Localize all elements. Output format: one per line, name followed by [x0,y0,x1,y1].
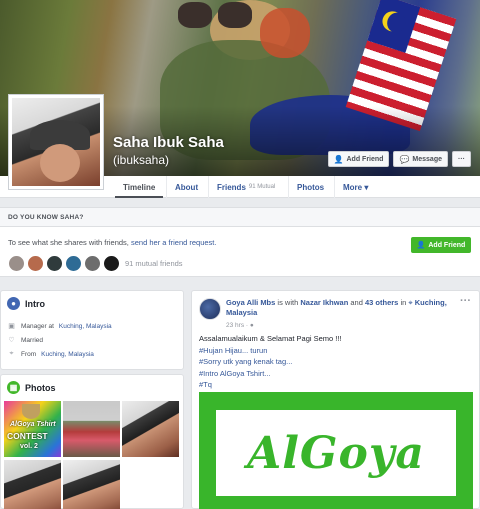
tab-more[interactable]: More ▾ [334,176,376,198]
photos-title[interactable]: ▦ Photos [7,381,56,394]
post-author-avatar[interactable] [199,298,221,320]
post-header: Goya Alli Mbs is with Nazar Ikhwan and 4… [226,298,447,317]
mutual-friends-avatars [8,255,120,272]
timeline-post: Goya Alli Mbs is with Nazar Ikhwan and 4… [191,290,480,509]
post-options-button[interactable]: ··· [460,295,471,307]
add-friend-button[interactable]: 👤 Add Friend [327,151,390,167]
profile-actions: 👤 Add Friend 💬 Message ··· [327,151,471,167]
globe-icon: ● [7,297,20,310]
tagged-person-link[interactable]: Nazar Ikhwan [300,298,348,307]
tab-friends[interactable]: Friends 91 Mutual [208,176,283,198]
more-options-button[interactable]: ··· [452,151,471,167]
photos-card: ▦ Photos AlGoya Tshirt CONTEST vol. 2 [0,374,184,509]
add-friend-icon: 👤 [333,154,344,164]
photo-thumbnail[interactable] [63,401,120,457]
avatar[interactable] [65,255,82,272]
intro-hometown-link[interactable]: Kuching, Malaysia [41,351,94,358]
avatar[interactable] [84,255,101,272]
hashtag-link[interactable]: #Tq [199,379,342,391]
public-globe-icon: ● [249,322,254,329]
message-icon: 💬 [399,154,410,164]
post-text: Assalamualaikum & Selamat Pagi Semo !!! … [199,334,342,391]
avatar[interactable] [103,255,120,272]
profile-page: Saha Ibuk Saha (ibuksaha) 👤 Add Friend 💬… [0,0,480,509]
algoya-logo-text: AlGoya [247,427,425,479]
avatar[interactable] [27,255,44,272]
photo-thumbnail[interactable] [122,401,179,457]
photo-thumbnail[interactable]: AlGoya Tshirt CONTEST vol. 2 [4,401,61,457]
do-you-know-panel: To see what she shares with friends, sen… [0,227,480,277]
location-pin-icon: ⌖ [9,350,14,357]
hashtag-link[interactable]: #Intro AlGoya Tshirt... [199,368,342,380]
photo-thumbnail[interactable] [4,460,61,509]
do-you-know-heading: DO YOU KNOW SAHA? [0,207,480,227]
intro-work: ▣ Manager at Kuching, Malaysia [8,322,112,331]
tab-timeline[interactable]: Timeline [115,176,163,198]
add-friend-icon: 👤 [416,242,426,249]
profile-name[interactable]: Saha Ibuk Saha [113,134,224,151]
briefcase-icon: ▣ [8,323,15,330]
location-pin-icon: ⌖ [408,298,413,307]
tab-about[interactable]: About [166,176,206,198]
mutual-friends-count[interactable]: 91 mutual friends [125,259,183,268]
intro-hometown: ⌖ From Kuching, Malaysia [7,350,94,358]
intro-relationship: ♡ Married [8,336,44,345]
intro-title: ● Intro [7,297,45,310]
tagged-others-link[interactable]: 43 others [365,298,398,307]
profile-handle: (ibuksaha) [113,153,170,167]
heart-icon: ♡ [8,337,15,344]
photo-thumbnail[interactable] [63,460,120,509]
avatar[interactable] [46,255,63,272]
intro-card: ● Intro ▣ Manager at Kuching, Malaysia ♡… [0,290,184,370]
message-button[interactable]: 💬 Message [393,151,448,167]
intro-work-link[interactable]: Kuching, Malaysia [59,323,112,330]
friend-request-prompt: To see what she shares with friends, sen… [8,238,217,247]
send-friend-request-link[interactable]: send her a friend request. [131,238,216,247]
post-timestamp[interactable]: 23 hrs · ● [226,322,254,329]
add-friend-green-button[interactable]: 👤 Add Friend [411,237,471,253]
tab-photos[interactable]: Photos [288,176,332,198]
post-author-link[interactable]: Goya Alli Mbs [226,298,275,307]
avatar[interactable] [8,255,25,272]
post-image[interactable]: AlGoya [199,392,473,509]
hashtag-link[interactable]: #Hujan Hijau... turun [199,345,342,357]
photos-icon: ▦ [7,381,20,394]
profile-picture[interactable] [8,94,104,190]
hashtag-link[interactable]: #Sorry utk yang kenak tag... [199,356,342,368]
